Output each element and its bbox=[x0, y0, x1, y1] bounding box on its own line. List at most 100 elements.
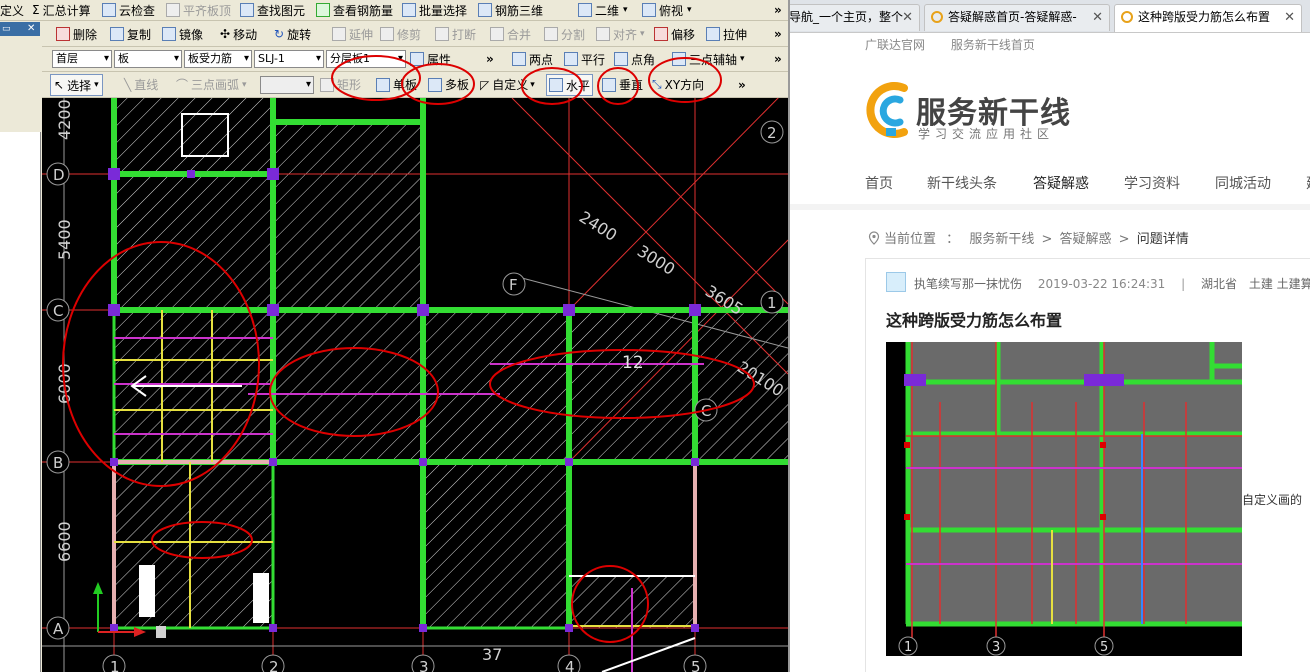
stretch-button[interactable]: 拉伸 bbox=[706, 22, 747, 46]
property-button[interactable]: 属性 bbox=[410, 47, 451, 71]
favicon-icon bbox=[1121, 11, 1133, 23]
menu-cloud-check[interactable]: 云检查 bbox=[102, 0, 155, 20]
link-glodon-site[interactable]: 广联达官网 bbox=[865, 38, 925, 52]
check-icon bbox=[102, 3, 116, 17]
draw-toolbar: ↖选择▾ ╲直线 ⌒三点画弧▾ 矩形 单板 多板 ◸自定义▾ 水平 垂直 ⤡XY… bbox=[42, 72, 788, 98]
mirror-icon bbox=[162, 27, 176, 41]
nav-qa[interactable]: 答疑解惑 bbox=[1033, 173, 1089, 193]
question-screenshot: 1 3 5 bbox=[898, 342, 1242, 656]
breadcrumb-label: 当前位置 bbox=[884, 232, 937, 247]
tab-qa-home[interactable]: 答疑解惑首页-答疑解惑- ✕ bbox=[924, 4, 1110, 31]
offset-button[interactable]: 偏移 bbox=[654, 22, 695, 46]
align-button[interactable]: 对齐 ▾ bbox=[596, 22, 645, 46]
brand-slogan: 学习交流应用社区 bbox=[918, 127, 1055, 141]
tab-current-question[interactable]: 这种跨版受力筋怎么布置 ✕ bbox=[1114, 4, 1302, 32]
link-service-home[interactable]: 服务新干线首页 bbox=[951, 38, 1035, 52]
horizontal-button[interactable]: 水平 bbox=[546, 74, 594, 96]
menu-2d[interactable]: 二维 ▾ bbox=[578, 0, 628, 20]
dimension-4200: 4200 bbox=[55, 99, 74, 140]
parallel-button[interactable]: 平行 bbox=[564, 47, 605, 71]
toolbar-overflow[interactable]: » bbox=[774, 22, 782, 46]
multi-slab-button[interactable]: 多板 bbox=[428, 72, 469, 97]
three-point-axis-button[interactable]: 三点辅轴 ▾ bbox=[672, 47, 745, 71]
delete-button[interactable]: 删除 bbox=[56, 22, 97, 46]
toolbar-overflow[interactable]: » bbox=[486, 47, 494, 71]
menu-align-top[interactable]: 平齐板顶 bbox=[166, 0, 231, 20]
close-tab-icon[interactable]: ✕ bbox=[902, 5, 913, 30]
toolbar-overflow[interactable]: » bbox=[774, 47, 782, 71]
left-panel: ▭ ✕ bbox=[0, 22, 41, 672]
line-button[interactable]: ╲ 直线 bbox=[124, 72, 158, 97]
merge-button[interactable]: 合并 bbox=[490, 22, 531, 46]
menu-find-element[interactable]: 查找图元 bbox=[240, 0, 305, 20]
chevron-down-icon: ▾ bbox=[242, 79, 247, 90]
subtype-select[interactable]: 板受力筋 bbox=[184, 50, 252, 68]
pin-icon[interactable]: ▭ bbox=[2, 22, 11, 36]
toolbar-overflow[interactable]: » bbox=[774, 0, 782, 20]
nav-more[interactable]: 建 bbox=[1306, 173, 1310, 193]
vertical-button[interactable]: 垂直 bbox=[602, 72, 643, 97]
batch-icon bbox=[402, 3, 416, 17]
avatar[interactable] bbox=[886, 272, 906, 292]
menu-rebar-3d[interactable]: 钢筋三维 bbox=[478, 0, 543, 20]
nav-home[interactable]: 首页 bbox=[865, 173, 893, 193]
close-icon[interactable]: ✕ bbox=[27, 22, 35, 36]
close-tab-icon[interactable]: ✕ bbox=[1092, 5, 1103, 30]
custom-button[interactable]: ◸ 自定义 ▾ bbox=[480, 72, 535, 97]
floor-select[interactable]: 首层 bbox=[52, 50, 112, 68]
chevron-down-icon: ▾ bbox=[687, 5, 692, 15]
trim-button[interactable]: 修剪 bbox=[380, 22, 421, 46]
post-tags[interactable]: 土建 土建算量 bbox=[1249, 277, 1310, 291]
move-button[interactable]: ✣ 移动 bbox=[220, 22, 257, 46]
rebar-marker: 12 bbox=[622, 353, 644, 373]
brand-logo-icon[interactable] bbox=[864, 80, 924, 142]
menu-batch-select[interactable]: 批量选择 bbox=[402, 0, 467, 20]
close-tab-icon[interactable]: ✕ bbox=[1284, 5, 1295, 30]
post-author[interactable]: 执笔续写那一抹忧伤 bbox=[914, 277, 1022, 291]
arc-option-select[interactable] bbox=[260, 76, 314, 94]
extend-button[interactable]: 延伸 bbox=[332, 22, 373, 46]
copy-button[interactable]: 复制 bbox=[110, 22, 151, 46]
menu-view-rebar[interactable]: 查看钢筋量 bbox=[316, 0, 393, 20]
nav-learning[interactable]: 学习资料 bbox=[1124, 173, 1180, 193]
menu-define[interactable]: 定义 bbox=[0, 0, 24, 20]
tab-navigation[interactable]: 导航_一个主页，整个 ✕ bbox=[790, 4, 920, 31]
split-button[interactable]: 分割 bbox=[544, 22, 585, 46]
drawing-canvas[interactable]: D C B A 1 2 3 4 5 F 2 1 C 4200 5400 6000… bbox=[42, 98, 788, 672]
type-select[interactable]: 板 bbox=[114, 50, 182, 68]
rotate-button[interactable]: ↻ 旋转 bbox=[274, 22, 311, 46]
menu-top-view[interactable]: 俯视 ▾ bbox=[642, 0, 692, 20]
line-icon: ╲ bbox=[124, 77, 132, 92]
axis-label-2: 2 bbox=[269, 658, 279, 672]
select-button[interactable]: ↖ 选择 ▾ bbox=[50, 74, 103, 96]
toolbar-overflow[interactable]: » bbox=[738, 72, 746, 97]
chevron-down-icon: ▾ bbox=[640, 29, 645, 39]
dimension-37: 37 bbox=[482, 645, 502, 664]
axis-label-f: F bbox=[509, 276, 518, 294]
vertical-icon bbox=[602, 77, 616, 92]
nav-divider bbox=[790, 204, 1310, 210]
trim-icon bbox=[380, 27, 394, 41]
two-point-button[interactable]: 两点 bbox=[512, 47, 553, 71]
question-title: 这种跨版受力筋怎么布置 bbox=[886, 311, 1063, 330]
nav-headlines[interactable]: 新干线头条 bbox=[927, 173, 997, 193]
break-button[interactable]: 打断 bbox=[435, 22, 476, 46]
arc-button[interactable]: ⌒ 三点画弧 ▾ bbox=[176, 72, 247, 97]
element-select[interactable]: SLJ-1 bbox=[254, 50, 324, 68]
point-angle-button[interactable]: 点角 bbox=[614, 47, 655, 71]
layer-select[interactable]: 分层板1 bbox=[326, 50, 406, 68]
property-icon bbox=[410, 52, 424, 66]
dimension-2400: 2400 bbox=[576, 207, 621, 245]
mirror-button[interactable]: 镜像 bbox=[162, 22, 203, 46]
find-icon bbox=[240, 3, 254, 17]
single-slab-button[interactable]: 单板 bbox=[376, 72, 417, 97]
nav-local-events[interactable]: 同城活动 bbox=[1215, 173, 1271, 193]
location-pin-icon bbox=[868, 231, 880, 245]
breadcrumb-qa[interactable]: 答疑解惑 bbox=[1060, 232, 1112, 247]
slab-icon bbox=[376, 77, 390, 92]
breadcrumb-service[interactable]: 服务新干线 bbox=[969, 232, 1034, 247]
menu-summary-calc[interactable]: Σ 汇总计算 bbox=[32, 0, 91, 20]
question-image[interactable]: 1 3 5 bbox=[886, 342, 1242, 656]
xy-direction-button[interactable]: ⤡ XY方向 bbox=[652, 72, 704, 97]
rect-button[interactable]: 矩形 bbox=[320, 72, 361, 97]
